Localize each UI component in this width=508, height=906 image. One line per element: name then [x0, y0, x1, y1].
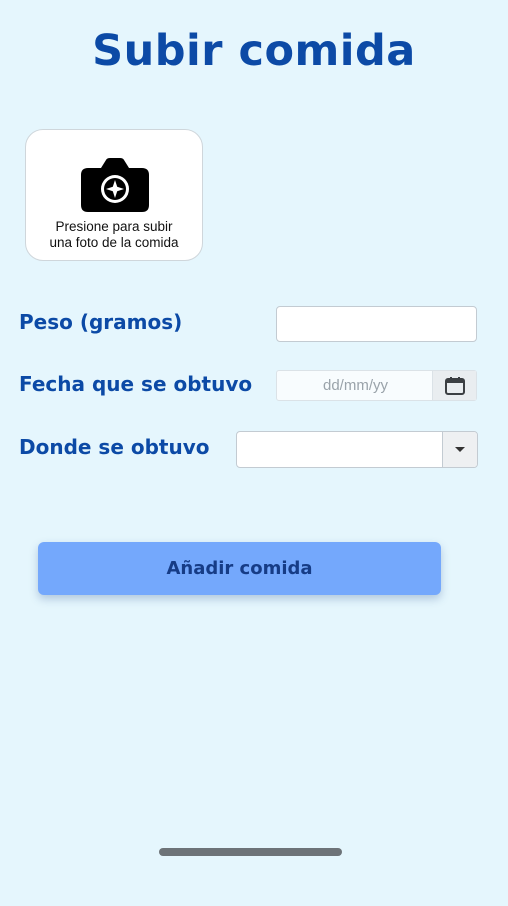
date-label: Fecha que se obtuvo	[19, 372, 253, 396]
add-food-button[interactable]: Añadir comida	[38, 542, 441, 595]
weight-label: Peso (gramos)	[19, 310, 183, 334]
location-select[interactable]	[236, 431, 478, 468]
upload-food-screen: Subir comida Presione para subir una fot…	[0, 0, 508, 906]
calendar-button[interactable]	[432, 371, 476, 400]
dropdown-arrow-icon	[455, 447, 465, 452]
photo-upload-hint-line2: una foto de la comida	[49, 235, 179, 250]
photo-upload-hint: Presione para subir una foto de la comid…	[26, 219, 202, 251]
page-title: Subir comida	[92, 26, 416, 76]
date-placeholder: dd/mm/yy	[322, 377, 388, 394]
location-label: Donde se obtuvo	[19, 435, 210, 459]
home-indicator	[159, 848, 342, 856]
photo-upload-hint-line1: Presione para subir	[55, 219, 173, 234]
date-input[interactable]: dd/mm/yy	[276, 370, 477, 401]
weight-input[interactable]	[276, 306, 477, 342]
camera-icon	[81, 158, 149, 212]
calendar-icon	[444, 376, 465, 395]
location-dropdown-button[interactable]	[442, 432, 477, 467]
photo-upload-button[interactable]: Presione para subir una foto de la comid…	[25, 129, 203, 261]
